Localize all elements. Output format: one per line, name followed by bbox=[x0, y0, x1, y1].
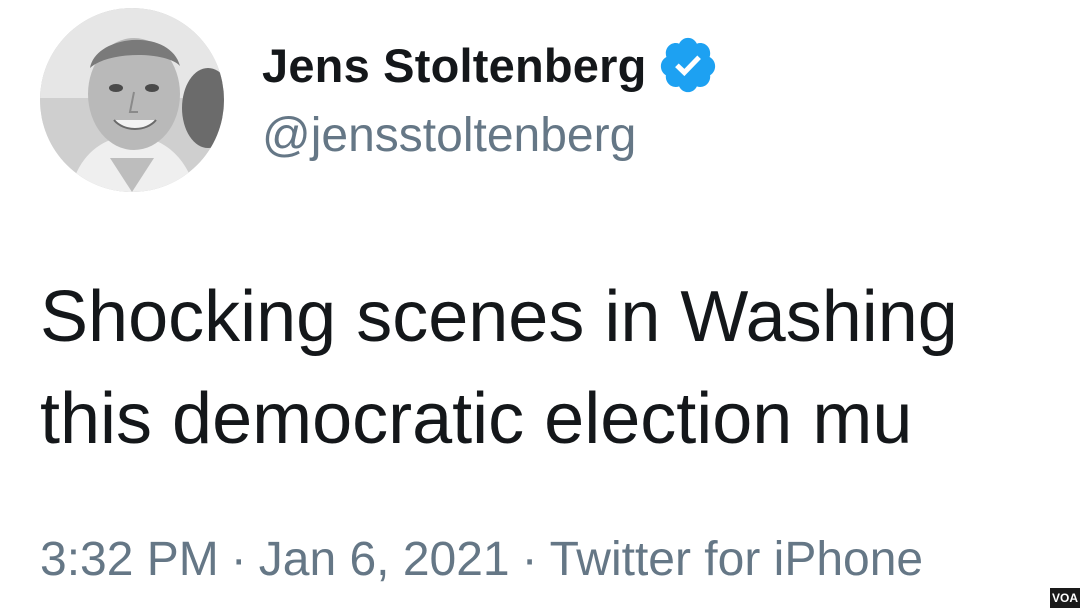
tweet-text: Shocking scenes in Washing this democrat… bbox=[40, 266, 1080, 470]
tweet-card: Jens Stoltenberg @jensstoltenberg Shocki… bbox=[0, 0, 1080, 608]
voa-watermark: VOA bbox=[1050, 588, 1080, 608]
tweet-source-link[interactable]: Twitter for iPhone bbox=[550, 533, 924, 586]
tweet-time[interactable]: 3:32 PM bbox=[40, 533, 219, 586]
display-name-text: Jens Stoltenberg bbox=[262, 38, 647, 92]
author-handle[interactable]: @jensstoltenberg bbox=[262, 108, 636, 163]
tweet-date[interactable]: Jan 6, 2021 bbox=[259, 533, 510, 586]
tweet-text-line: Shocking scenes in Washing bbox=[40, 277, 958, 357]
avatar-photo bbox=[40, 8, 224, 192]
author-display-name[interactable]: Jens Stoltenberg bbox=[262, 34, 719, 96]
meta-separator: · bbox=[230, 533, 247, 586]
author-avatar[interactable] bbox=[40, 8, 224, 192]
tweet-meta: 3:32 PM · Jan 6, 2021 · Twitter for iPhone bbox=[40, 532, 923, 587]
tweet-text-line: this democratic election mu bbox=[40, 379, 913, 459]
verified-badge-icon bbox=[657, 34, 719, 96]
meta-separator: · bbox=[521, 533, 538, 586]
